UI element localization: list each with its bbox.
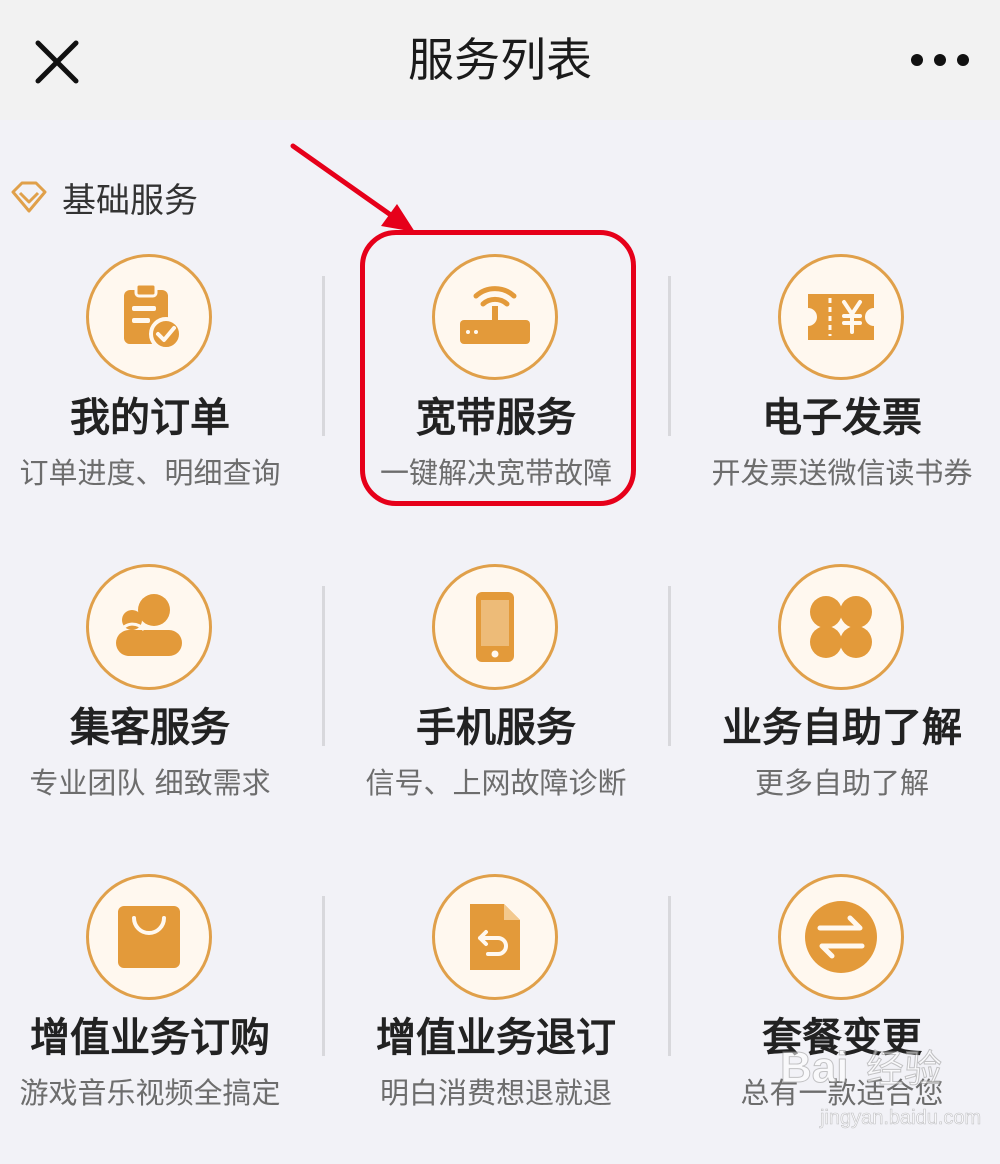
page-title: 服务列表 <box>408 33 592 87</box>
ticket-yen-icon <box>778 254 904 380</box>
tile-title: 电子发票 <box>762 395 922 441</box>
tile-title: 手机服务 <box>416 705 576 751</box>
more-options-icon[interactable] <box>905 45 975 75</box>
tile-subtitle: 明白消费想退就退 <box>379 1076 612 1110</box>
tile-value-added-subscribe[interactable]: 增值业务订购 游戏音乐视频全搞定 <box>0 874 300 1164</box>
tile-value-added-unsubscribe[interactable]: 增值业务退订 明白消费想退就退 <box>346 874 646 1164</box>
tile-subtitle: 开发票送微信读书券 <box>711 456 973 490</box>
divider <box>668 896 671 1056</box>
divider <box>668 276 671 436</box>
section-title: 基础服务 <box>62 180 198 221</box>
svg-text:jingyan.baidu.com: jingyan.baidu.com <box>819 1107 981 1129</box>
divider <box>322 276 325 436</box>
baidu-watermark: Bai 经验 jingyan.baidu.com <box>770 1020 995 1140</box>
tile-subtitle: 订单进度、明细查询 <box>19 456 281 490</box>
section-header: 基础服务 <box>10 170 198 224</box>
tile-self-service-info[interactable]: 业务自助了解 更多自助了解 <box>692 564 992 854</box>
divider <box>322 896 325 1056</box>
divider <box>668 586 671 746</box>
diamond-icon <box>11 181 47 213</box>
swap-arrows-icon <box>778 874 904 1000</box>
document-return-icon <box>432 874 558 1000</box>
tile-mobile-service[interactable]: 手机服务 信号、上网故障诊断 <box>346 564 646 854</box>
svg-text:经验: 经验 <box>866 1047 942 1091</box>
tile-my-orders[interactable]: 我的订单 订单进度、明细查询 <box>0 254 300 544</box>
tile-title: 增值业务退订 <box>376 1015 616 1061</box>
top-bar: 服务列表 <box>0 0 1000 120</box>
tile-subtitle: 更多自助了解 <box>754 766 929 800</box>
tile-subtitle: 专业团队 细致需求 <box>29 766 271 800</box>
tile-e-invoice[interactable]: 电子发票 开发票送微信读书券 <box>692 254 992 544</box>
clipboard-check-icon <box>86 254 212 380</box>
divider <box>322 586 325 746</box>
clover-grid-icon <box>778 564 904 690</box>
tile-subtitle: 游戏音乐视频全搞定 <box>19 1076 281 1110</box>
users-icon <box>86 564 212 690</box>
tile-title: 增值业务订购 <box>30 1015 270 1061</box>
shopping-bag-icon <box>86 874 212 1000</box>
arrow-annotation <box>290 143 415 232</box>
tile-subtitle: 信号、上网故障诊断 <box>365 766 627 800</box>
smartphone-icon <box>432 564 558 690</box>
tile-group-customer-service[interactable]: 集客服务 专业团队 细致需求 <box>0 564 300 854</box>
tile-title: 集客服务 <box>70 705 230 751</box>
tile-title: 业务自助了解 <box>722 705 962 751</box>
highlight-box <box>360 230 636 506</box>
tile-title: 我的订单 <box>70 395 230 441</box>
svg-text:Bai: Bai <box>780 1043 848 1092</box>
